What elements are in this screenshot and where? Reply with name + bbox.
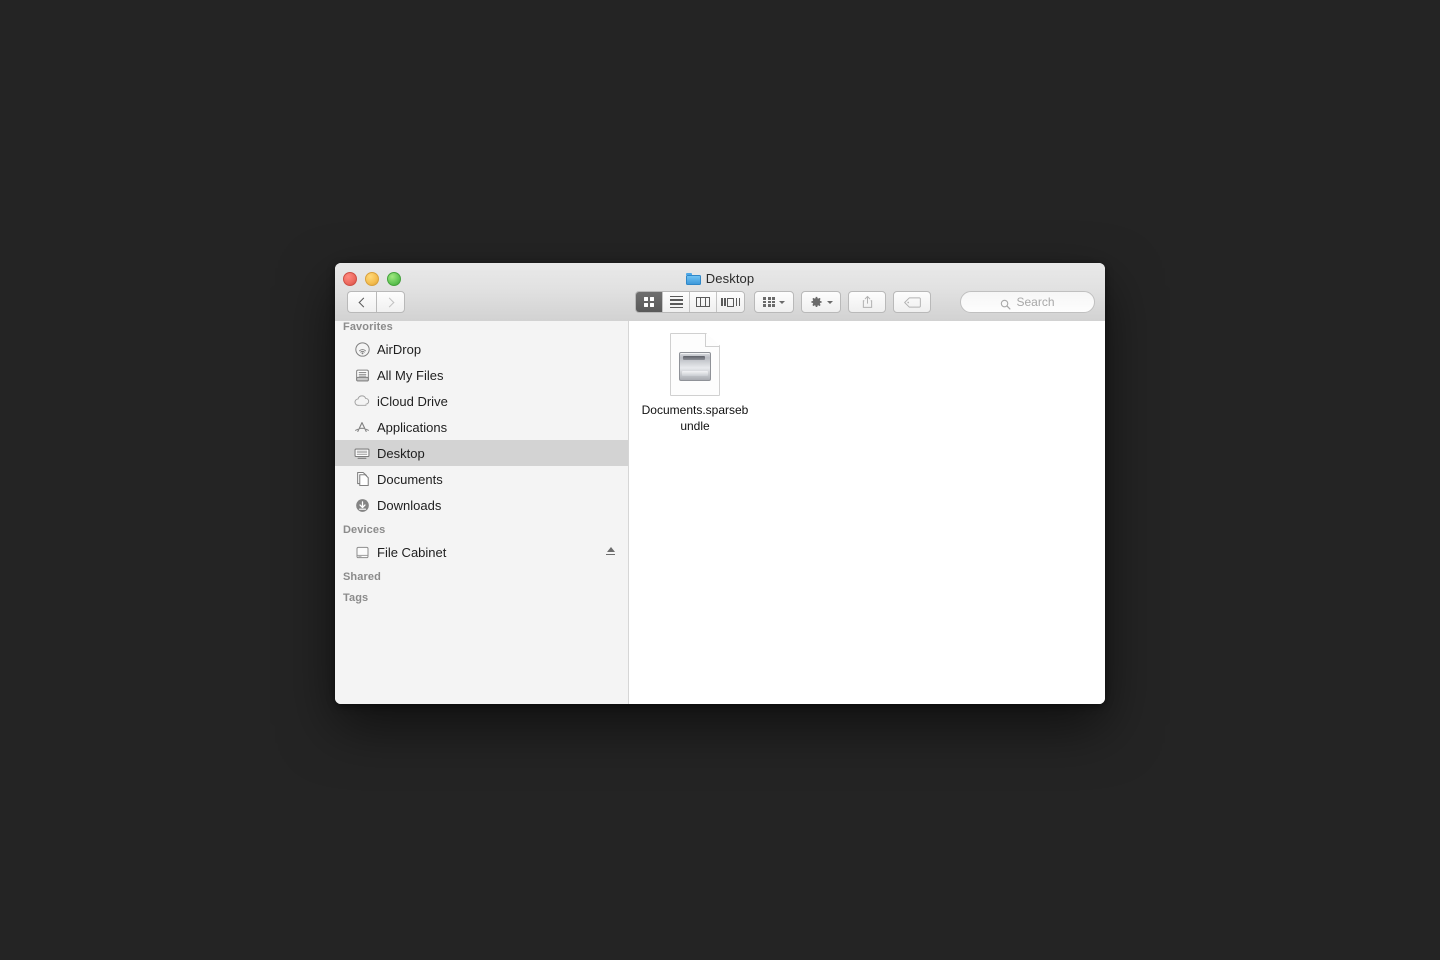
share-icon — [861, 295, 874, 309]
finder-window: Desktop Search Favorites AirDrop All My … — [335, 263, 1105, 704]
disk-drive-graphic — [679, 352, 711, 381]
file-browser-content[interactable]: Documents.sparsebundle — [629, 321, 1105, 704]
forward-button[interactable] — [376, 291, 405, 313]
grid-icon — [644, 297, 654, 307]
search-icon — [1000, 297, 1012, 310]
gear-icon — [810, 296, 823, 309]
sidebar-item-icloud-drive[interactable]: iCloud Drive — [335, 388, 628, 414]
arrange-button[interactable] — [754, 291, 794, 313]
sidebar-item-airdrop[interactable]: AirDrop — [335, 336, 628, 362]
folder-icon — [685, 272, 701, 285]
close-button[interactable] — [343, 272, 357, 286]
file-item-label: Documents.sparsebundle — [641, 403, 749, 433]
action-button[interactable] — [801, 291, 841, 313]
list-icon — [669, 295, 683, 309]
finder-sidebar[interactable]: Favorites AirDrop All My Files iCloud Dr… — [335, 321, 629, 704]
applications-icon — [354, 419, 370, 435]
window-title: Desktop — [335, 271, 1105, 286]
desktop-icon — [354, 445, 370, 461]
chevron-right-icon — [384, 297, 395, 307]
all-my-files-icon — [354, 367, 370, 383]
arrange-grid-icon — [763, 296, 775, 308]
sparsebundle-document-icon — [670, 333, 720, 396]
sidebar-item-all-my-files[interactable]: All My Files — [335, 362, 628, 388]
chevron-down-icon — [826, 300, 833, 304]
minimize-button[interactable] — [365, 272, 379, 286]
window-title-text: Desktop — [705, 271, 755, 286]
share-button[interactable] — [848, 291, 886, 313]
eject-icon[interactable] — [606, 547, 615, 557]
sidebar-item-label: Desktop — [377, 445, 425, 461]
sidebar-item-label: Applications — [377, 419, 448, 435]
list-view-button[interactable] — [663, 292, 690, 312]
search-placeholder: Search — [1016, 295, 1055, 309]
coverflow-view-button[interactable] — [717, 292, 744, 312]
search-field[interactable]: Search — [960, 291, 1095, 313]
downloads-icon — [354, 497, 370, 513]
icon-view-button[interactable] — [636, 292, 663, 312]
column-view-button[interactable] — [690, 292, 717, 312]
sidebar-item-label: Downloads — [377, 497, 442, 513]
window-titlebar: Desktop Search — [335, 263, 1105, 322]
sidebar-header-devices: Devices — [343, 524, 386, 536]
coverflow-icon — [721, 297, 740, 307]
tag-button[interactable] — [893, 291, 931, 313]
traffic-light-group — [343, 272, 401, 286]
zoom-button[interactable] — [387, 272, 401, 286]
tag-icon — [903, 296, 921, 308]
icloud-icon — [354, 393, 370, 409]
sidebar-item-label: File Cabinet — [377, 544, 447, 560]
sidebar-item-file-cabinet[interactable]: File Cabinet — [335, 539, 628, 565]
sidebar-scroll-area: Favorites AirDrop All My Files iCloud Dr… — [335, 321, 628, 607]
chevron-down-icon — [778, 300, 785, 304]
navigation-buttons — [347, 291, 405, 313]
sidebar-item-label: Documents — [377, 471, 443, 487]
documents-icon — [354, 471, 370, 487]
chevron-left-icon — [358, 297, 368, 307]
sidebar-header-shared: Shared — [343, 571, 381, 583]
columns-icon — [696, 297, 710, 307]
sidebar-item-documents[interactable]: Documents — [335, 466, 628, 492]
view-mode-segmented-control — [635, 291, 745, 313]
sidebar-item-label: iCloud Drive — [377, 393, 448, 409]
back-button[interactable] — [347, 291, 376, 313]
airdrop-icon — [354, 341, 370, 357]
sidebar-item-applications[interactable]: Applications — [335, 414, 628, 440]
sidebar-item-label: All My Files — [377, 367, 444, 383]
external-drive-icon — [354, 544, 370, 560]
finder-toolbar: Search — [335, 291, 1105, 321]
sidebar-item-label: AirDrop — [377, 341, 422, 357]
sidebar-item-downloads[interactable]: Downloads — [335, 492, 628, 518]
window-body: Favorites AirDrop All My Files iCloud Dr… — [335, 321, 1105, 704]
sidebar-header-tags: Tags — [343, 592, 369, 604]
sidebar-header-favorites: Favorites — [343, 321, 393, 333]
file-item[interactable]: Documents.sparsebundle — [638, 333, 752, 434]
sidebar-item-desktop[interactable]: Desktop — [335, 440, 628, 466]
